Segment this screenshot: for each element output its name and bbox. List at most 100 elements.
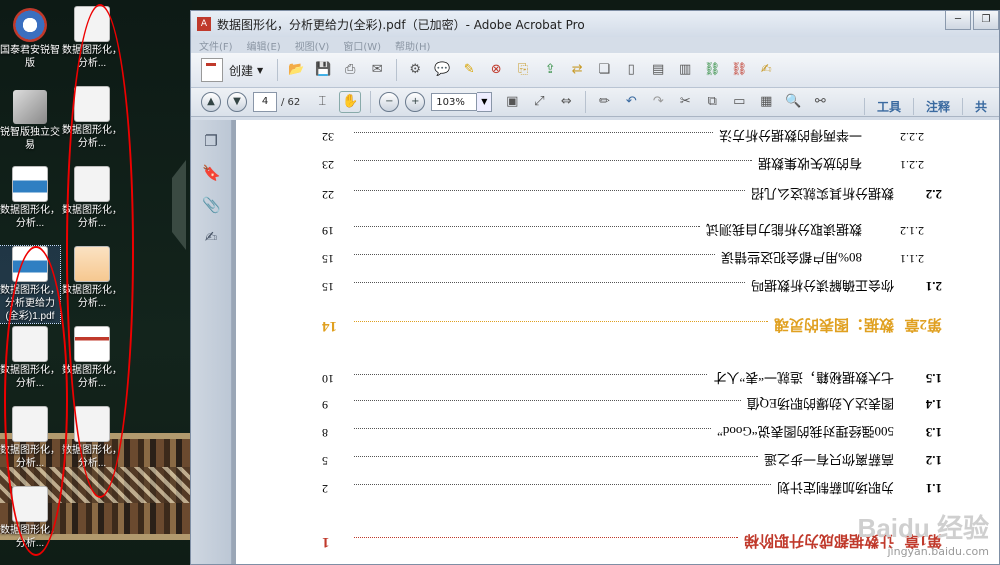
cut-icon[interactable]: ✂	[675, 92, 695, 112]
toc-row[interactable]: 2.1 你会正确解读分析数据吗 15	[322, 277, 942, 296]
find-binoculars-icon[interactable]: ⚯	[810, 92, 830, 112]
toc-row[interactable]: 1.3 500强经理对我的图表说“Good” 8	[322, 423, 942, 442]
email-icon[interactable]: ✉	[367, 60, 387, 80]
desktop-icon-pdf[interactable]: 数据图形化，分析...	[62, 86, 122, 150]
toc-row[interactable]: 2.1.1 80%用户都会犯这些错误 15	[322, 249, 942, 268]
toc-row[interactable]: 1.4 图表达人劲爆的职场EQ值 9	[322, 395, 942, 414]
pdf-file-icon	[74, 6, 110, 42]
desktop-icon-label: 数据图形化，分析...	[62, 45, 122, 69]
zoom-in-icon[interactable]: +	[405, 92, 426, 112]
toc-title: 80%用户都会犯这些错误	[721, 250, 862, 265]
zoom-input[interactable]: 103%	[431, 93, 478, 111]
desktop-icon-label: 数据图形化，分析...	[62, 205, 122, 229]
toc-row[interactable]: 2.2.1 有的放矢收集数据 23	[322, 155, 942, 174]
toc-row[interactable]: 1.5 七大数据秘籍，造就一“表”人才 10	[322, 369, 942, 388]
desktop-icon-pdf[interactable]: 数据图形化，分析...	[62, 246, 122, 310]
pages-thumbnail-icon[interactable]: ❐	[202, 132, 220, 150]
fit-width-icon[interactable]: ⇔	[556, 92, 576, 112]
create-button[interactable]: 创建 ▼	[201, 58, 263, 82]
zoom-dropdown-icon[interactable]: ▼	[477, 92, 493, 112]
toc-page-number: 23	[322, 158, 334, 172]
desktop-icon-pdf[interactable]: 数据图形化，分析...	[0, 486, 60, 550]
link-icon[interactable]: ⛓	[702, 60, 722, 80]
combine-files-icon[interactable]: ❏	[594, 60, 614, 80]
settings-icon[interactable]: ⚙	[405, 60, 425, 80]
edit-text-icon[interactable]: ✏	[594, 92, 614, 112]
delete-page-icon[interactable]: ⊗	[486, 60, 506, 80]
menu-file[interactable]: 文件(F)	[199, 38, 233, 53]
toc-page-number: 15	[322, 252, 334, 266]
pdf-file-icon	[74, 406, 110, 442]
menu-view[interactable]: 视图(V)	[295, 38, 330, 53]
toc-row[interactable]: 第2章 数据：图表的灵魂 14	[322, 315, 942, 336]
select-tool-icon[interactable]: ⌶	[312, 92, 332, 112]
toc-title: 数据分析其实就这么几招	[750, 186, 894, 201]
comment-icon[interactable]: 💬	[432, 60, 452, 80]
toc-title: 数据：图表的灵魂	[773, 316, 894, 332]
toc-row[interactable]: 1.2 高薪离你只有一步之遥 5	[322, 451, 942, 470]
page-number-input[interactable]: 4	[253, 92, 277, 112]
save-icon[interactable]: 💾	[313, 60, 333, 80]
toc-row[interactable]: 1.1 为职场加薪制定计划 2	[322, 479, 942, 498]
toc-row[interactable]: 2.2.2 一举两得的数据分析方法 32	[322, 127, 942, 146]
bookmark-icon[interactable]: 🔖	[202, 164, 221, 182]
previous-page-icon[interactable]: ▲	[201, 92, 221, 112]
redo-icon[interactable]: ↷	[648, 92, 668, 112]
desktop-icon-pdf[interactable]: 数据图形化，分析...	[0, 166, 60, 230]
toc-row[interactable]: 第1章 让数据都成为升职阶梯 1	[322, 531, 942, 552]
print-icon[interactable]: ⎙	[340, 60, 360, 80]
zoom-out-icon[interactable]: −	[379, 92, 400, 112]
desktop-icon-pdf[interactable]: 数据图形化，分析...	[62, 406, 122, 470]
minimize-icon[interactable]: ─	[945, 11, 971, 30]
page-view-icon[interactable]: ▯	[621, 60, 641, 80]
attachment-icon[interactable]: 📎	[202, 196, 221, 214]
document-icon[interactable]: ▤	[648, 60, 668, 80]
menu-help[interactable]: 帮助(H)	[395, 38, 430, 53]
toc-title: 500强经理对我的图表说“Good”	[717, 424, 894, 439]
menu-window[interactable]: 窗口(W)	[343, 38, 381, 53]
extract-page-icon[interactable]: ⇪	[540, 60, 560, 80]
sign-icon[interactable]: ✍	[756, 60, 776, 80]
highlight-icon[interactable]: ✎	[459, 60, 479, 80]
insert-page-icon[interactable]: ⎘	[513, 60, 533, 80]
share-link[interactable]: 共	[961, 97, 999, 115]
toc-title: 高薪离你只有一步之遥	[763, 452, 894, 467]
page-edge	[232, 120, 236, 564]
hand-tool-icon[interactable]: ✋	[339, 91, 362, 113]
desktop-icon-pdf[interactable]: 数据图形化，分析...	[0, 326, 60, 390]
document-page[interactable]: 第1章 让数据都成为升职阶梯 1 1.1 为职场加薪制定计划 2 1.2 高薪离你只有一步之遥…	[232, 120, 999, 564]
toc-page-number: 5	[322, 454, 328, 468]
toc-row[interactable]: 2.1.2 数据读取分析能力自我测试 19	[322, 221, 942, 240]
open-folder-icon[interactable]: 📂	[286, 60, 306, 80]
comment-link[interactable]: 注释	[912, 97, 962, 115]
guotai-app-icon	[13, 8, 47, 42]
desktop-icon-pdf-selected[interactable]: 数据图形化，分析更给力(全彩)1.pdf	[0, 245, 61, 324]
desktop-icon-guotai[interactable]: 国泰君安锐智版	[0, 8, 60, 70]
restore-icon[interactable]: ❐	[973, 11, 999, 30]
next-page-icon[interactable]: ▼	[227, 92, 247, 112]
snapshot-icon[interactable]: ▦	[756, 92, 776, 112]
search-icon[interactable]: 🔍	[783, 92, 803, 112]
menu-edit[interactable]: 编辑(E)	[247, 38, 281, 53]
toc-page-number: 22	[322, 188, 334, 202]
copy-icon[interactable]: ⧉	[702, 92, 722, 112]
tools-link[interactable]: 工具	[863, 97, 913, 115]
undo-icon[interactable]: ↶	[621, 92, 641, 112]
paste-icon[interactable]: ▭	[729, 92, 749, 112]
desktop-icon-pdf[interactable]: 数据图形化，分析...	[0, 406, 60, 470]
toc-leader-dots	[354, 484, 771, 493]
signature-icon[interactable]: ✍	[202, 228, 220, 246]
full-screen-icon[interactable]: ⤢	[529, 92, 549, 112]
desktop-icon-pdf[interactable]: 数据图形化，分析...	[62, 6, 122, 70]
toolbar-separator	[277, 59, 279, 81]
toc-row[interactable]: 2.2 数据分析其实就这么几招 22	[322, 185, 942, 204]
fit-page-icon[interactable]: ▣	[502, 92, 522, 112]
desktop-icon-pdf[interactable]: 数据图形化，分析...	[62, 166, 122, 230]
form-icon[interactable]: ▥	[675, 60, 695, 80]
unlink-icon[interactable]: ⛓	[729, 60, 749, 80]
desktop-icon-trade[interactable]: 锐智版独立交易	[0, 90, 60, 152]
replace-page-icon[interactable]: ⇄	[567, 60, 587, 80]
desktop-icon-pdf[interactable]: 数据图形化，分析...	[62, 326, 122, 390]
toc-number: 2.1	[925, 279, 942, 295]
menu-bar: 文件(F) 编辑(E) 视图(V) 窗口(W) 帮助(H)	[191, 37, 999, 53]
